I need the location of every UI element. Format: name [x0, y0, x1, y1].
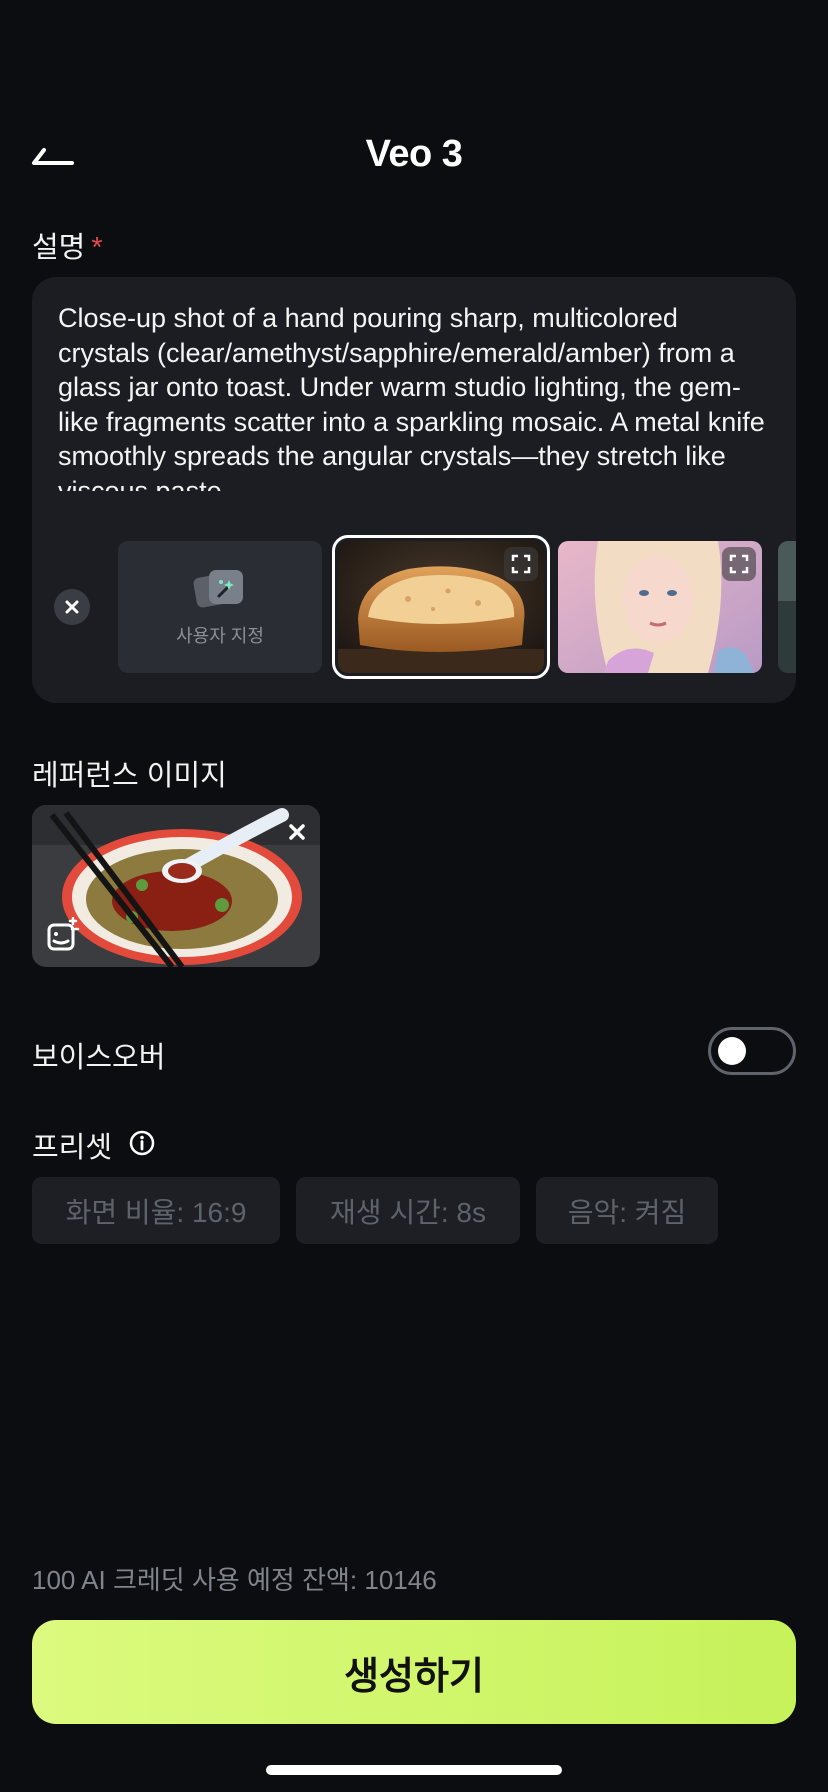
clear-button[interactable] — [54, 589, 90, 625]
toggle-knob — [718, 1037, 746, 1065]
close-icon — [289, 824, 305, 840]
custom-template-button[interactable]: 사용자 지정 — [118, 541, 322, 673]
description-input[interactable]: Close-up shot of a hand pouring sharp, m… — [58, 301, 774, 491]
presets-label-text: 프리셋 — [32, 1132, 113, 1164]
preset-chip-aspect-ratio[interactable]: 화면 비율: 16:9 — [32, 1177, 280, 1244]
partial-image — [778, 541, 796, 673]
page: Veo 3 설명 * Close-up shot of a hand pourin… — [0, 0, 828, 1792]
info-icon[interactable] — [128, 1129, 156, 1165]
generate-button[interactable]: 생성하기 — [32, 1620, 796, 1724]
magic-wand-icon — [193, 570, 243, 608]
custom-template-label: 사용자 지정 — [176, 626, 264, 646]
template-thumbnail-toast[interactable] — [332, 535, 550, 679]
reference-label: 레퍼런스 이미지 — [32, 760, 227, 792]
close-icon — [65, 600, 79, 614]
presets-label: 프리셋 — [32, 1124, 156, 1166]
voiceover-toggle[interactable] — [708, 1027, 796, 1075]
template-thumbnail-partial[interactable] — [778, 541, 796, 673]
edit-image-button[interactable] — [44, 916, 82, 955]
preset-chip-music[interactable]: 음악: 켜짐 — [536, 1177, 718, 1244]
voiceover-label: 보이스오버 — [32, 1042, 166, 1074]
page-title: Veo 3 — [365, 133, 463, 175]
credits-info: 100 AI 크레딧 사용 예정 잔액: 10146 — [32, 1565, 437, 1595]
image-edit-icon — [47, 916, 80, 951]
home-indicator — [266, 1765, 562, 1775]
expand-icon[interactable] — [504, 547, 538, 581]
description-card: Close-up shot of a hand pouring sharp, m… — [32, 277, 796, 703]
expand-icon[interactable] — [722, 547, 756, 581]
description-label-text: 설명 — [32, 232, 86, 264]
required-mark: * — [91, 232, 103, 264]
template-thumbnail-portrait[interactable] — [558, 541, 762, 673]
reference-image[interactable] — [32, 805, 320, 967]
preset-chip-duration[interactable]: 재생 시간: 8s — [296, 1177, 520, 1244]
description-label: 설명 * — [32, 224, 103, 266]
remove-reference-button[interactable] — [282, 817, 312, 847]
